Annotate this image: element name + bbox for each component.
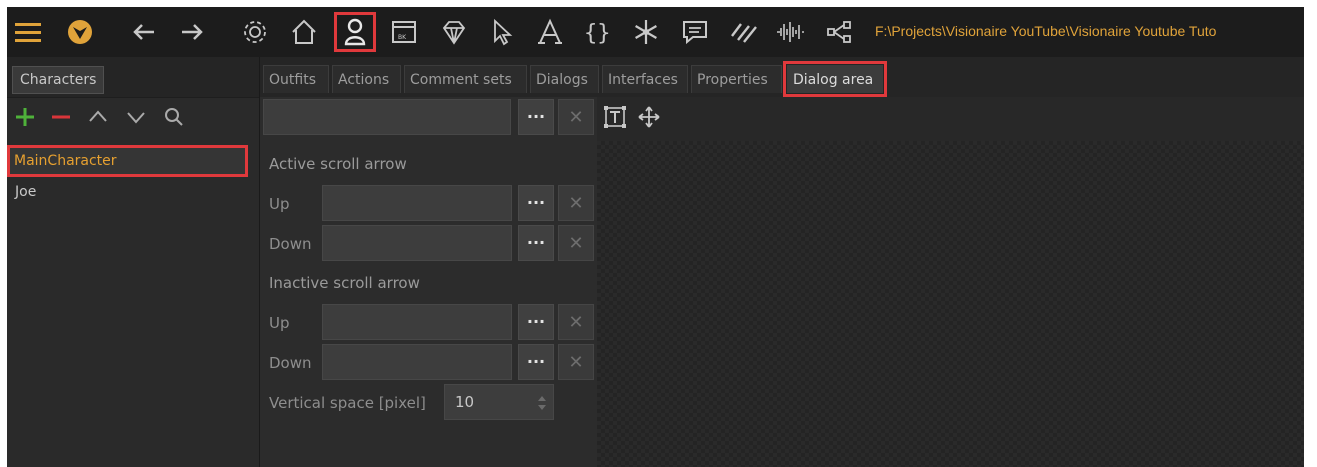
character-icon[interactable] <box>334 12 376 52</box>
tab-comment-sets[interactable]: Comment sets <box>404 65 527 93</box>
vertical-space-label: Vertical space [pixel] <box>269 394 426 412</box>
add-icon[interactable] <box>12 104 38 130</box>
audio-wave-icon[interactable] <box>773 14 807 50</box>
tab-dialog-area[interactable]: Dialog area <box>783 61 887 97</box>
tab-properties[interactable]: Properties <box>691 65 782 93</box>
inactive-down-clear-button[interactable]: ✕ <box>558 344 594 380</box>
top-clear-button[interactable]: ✕ <box>558 99 594 135</box>
active-scroll-title: Active scroll arrow <box>269 155 407 173</box>
tab-dialogs[interactable]: Dialogs <box>530 65 599 93</box>
dialog-area-canvas[interactable] <box>597 141 1304 467</box>
active-down-field[interactable] <box>322 225 512 261</box>
top-browse-button[interactable]: ··· <box>518 99 554 135</box>
window-bk-icon[interactable]: BK <box>387 14 421 50</box>
project-path: F:\Projects\Visionaire YouTube\Visionair… <box>875 23 1217 39</box>
active-down-clear-button[interactable]: ✕ <box>558 225 594 261</box>
move-icon[interactable] <box>637 105 663 131</box>
inactive-down-label: Down <box>269 354 312 372</box>
inactive-up-browse-button[interactable]: ··· <box>518 304 554 340</box>
app-window: BK {} F:\Projects\Visionaire YouTube\Vis… <box>7 7 1304 467</box>
active-down-label: Down <box>269 235 312 253</box>
inactive-down-field[interactable] <box>322 344 512 380</box>
active-up-clear-button[interactable]: ✕ <box>558 185 594 221</box>
gear-icon[interactable] <box>238 14 272 50</box>
main-toolbar: BK {} F:\Projects\Visionaire YouTube\Vis… <box>7 7 1304 57</box>
svg-text:{}: {} <box>584 21 611 46</box>
left-toolbar <box>7 99 259 135</box>
diamond-icon[interactable] <box>437 14 471 50</box>
comment-icon[interactable] <box>678 14 712 50</box>
inactive-down-browse-button[interactable]: ··· <box>518 344 554 380</box>
tab-characters[interactable]: Characters <box>12 66 105 94</box>
active-up-browse-button[interactable]: ··· <box>518 185 554 221</box>
forward-arrow-icon[interactable] <box>175 14 209 50</box>
tab-interfaces[interactable]: Interfaces <box>602 65 688 93</box>
inactive-up-clear-button[interactable]: ✕ <box>558 304 594 340</box>
logo-icon <box>63 14 97 50</box>
vertical-space-value: 10 <box>455 393 475 411</box>
characters-panel: Characters MainCharacter Joe <box>7 57 260 467</box>
svg-text:BK: BK <box>398 34 407 41</box>
tab-actions[interactable]: Actions <box>332 65 401 93</box>
spin-arrows-icon[interactable] <box>537 393 547 413</box>
inactive-up-label: Up <box>269 314 290 332</box>
canvas-toolbar <box>597 97 1304 141</box>
braces-icon[interactable]: {} <box>580 14 614 50</box>
dialog-area-form: ··· ✕ Active scroll arrow Up ··· ✕ Down … <box>260 97 597 467</box>
home-icon[interactable] <box>287 14 321 50</box>
pointer-icon[interactable] <box>485 14 519 50</box>
list-item-joe[interactable]: Joe <box>7 178 259 206</box>
text-frame-icon[interactable] <box>603 105 629 131</box>
characters-list: MainCharacter Joe <box>7 145 259 209</box>
back-arrow-icon[interactable] <box>127 14 161 50</box>
search-icon[interactable] <box>161 104 187 130</box>
top-field[interactable] <box>263 99 511 135</box>
vertical-space-spinbox[interactable]: 10 <box>444 384 554 420</box>
up-icon[interactable] <box>85 104 111 130</box>
font-icon[interactable] <box>533 14 567 50</box>
left-tabbar: Characters <box>7 57 259 98</box>
tab-outfits[interactable]: Outfits <box>263 65 329 93</box>
stripes-icon[interactable] <box>727 14 761 50</box>
active-up-field[interactable] <box>322 185 512 221</box>
inactive-up-field[interactable] <box>322 304 512 340</box>
menu-icon[interactable] <box>11 14 45 50</box>
inactive-scroll-title: Inactive scroll arrow <box>269 274 420 292</box>
share-icon[interactable] <box>822 14 856 50</box>
remove-icon[interactable] <box>48 104 74 130</box>
down-icon[interactable] <box>123 104 149 130</box>
active-up-label: Up <box>269 195 290 213</box>
active-down-browse-button[interactable]: ··· <box>518 225 554 261</box>
right-tabbar: Outfits Actions Comment sets Dialogs Int… <box>260 57 1304 98</box>
list-item-maincharacter[interactable]: MainCharacter <box>7 145 248 177</box>
snowflake-icon[interactable] <box>629 14 663 50</box>
